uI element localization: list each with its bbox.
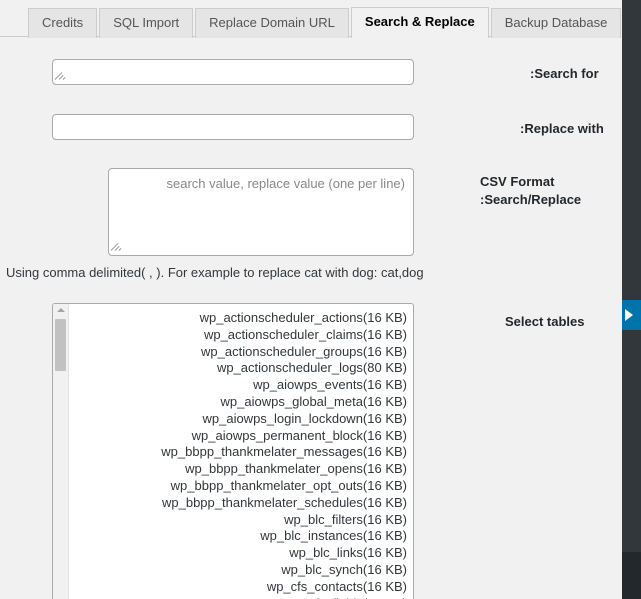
select-tables-listbox[interactable]: wp_actionscheduler_actions(16 KB) wp_acti… bbox=[52, 303, 414, 599]
app-screen: Credits SQL Import Replace Domain URL Se… bbox=[0, 0, 641, 599]
search-for-label: :Search for bbox=[530, 66, 599, 81]
table-option[interactable]: wp_bbpp_thankmelater_opt_outs(16 KB) bbox=[69, 478, 413, 495]
table-option[interactable]: wp_cfs_contacts(16 KB) bbox=[69, 579, 413, 596]
table-option[interactable]: wp_blc_synch(16 KB) bbox=[69, 562, 413, 579]
collapse-menu-button[interactable] bbox=[622, 300, 641, 330]
scroll-up-arrow-icon[interactable] bbox=[56, 308, 65, 312]
tab-search-and-replace[interactable]: Search & Replace bbox=[350, 7, 489, 39]
tab-backup-database-label: Backup Database bbox=[504, 15, 608, 30]
table-option[interactable]: wp_actionscheduler_actions(16 KB) bbox=[69, 310, 413, 327]
tab-bar: Credits SQL Import Replace Domain URL Se… bbox=[0, 0, 622, 43]
admin-menu-rail-upper bbox=[622, 0, 641, 552]
tab-replace-domain-url[interactable]: Replace Domain URL bbox=[195, 8, 349, 38]
table-option[interactable]: wp_aiowps_permanent_block(16 KB) bbox=[69, 428, 413, 445]
replace-with-input[interactable] bbox=[52, 114, 414, 140]
tab-backup-database[interactable]: Backup Database bbox=[490, 8, 622, 38]
table-option[interactable]: wp_bbpp_thankmelater_messages(16 KB) bbox=[69, 444, 413, 461]
tab-search-and-replace-label: Search & Replace bbox=[364, 14, 475, 29]
search-for-input[interactable] bbox=[52, 59, 414, 85]
table-option[interactable]: wp_actionscheduler_logs(80 KB) bbox=[69, 360, 413, 377]
table-option[interactable]: wp_blc_instances(16 KB) bbox=[69, 528, 413, 545]
chevron-right-icon bbox=[625, 309, 633, 321]
table-option[interactable]: wp_bbpp_thankmelater_opens(16 KB) bbox=[69, 461, 413, 478]
page-content: Credits SQL Import Replace Domain URL Se… bbox=[0, 0, 622, 599]
table-option[interactable]: wp_actionscheduler_claims(16 KB) bbox=[69, 327, 413, 344]
select-tables-options: wp_actionscheduler_actions(16 KB) wp_acti… bbox=[69, 304, 413, 599]
select-tables-scrollbar[interactable] bbox=[53, 304, 69, 599]
tab-credits-label: Credits bbox=[42, 15, 84, 30]
tab-sql-import-label: SQL Import bbox=[113, 15, 180, 30]
table-option[interactable]: wp_bbpp_thankmelater_schedules(16 KB) bbox=[69, 495, 413, 512]
csv-format-hint: Using comma delimited( , ). For example … bbox=[6, 265, 424, 280]
table-option[interactable]: wp_aiowps_login_lockdown(16 KB) bbox=[69, 411, 413, 428]
replace-with-label: :Replace with bbox=[520, 121, 604, 136]
table-option[interactable]: wp_actionscheduler_groups(16 KB) bbox=[69, 344, 413, 361]
tab-replace-domain-url-label: Replace Domain URL bbox=[209, 15, 335, 30]
tab-sql-import[interactable]: SQL Import bbox=[99, 8, 194, 38]
csv-format-textarea[interactable] bbox=[108, 168, 414, 256]
table-option[interactable]: wp_blc_filters(16 KB) bbox=[69, 512, 413, 529]
table-option[interactable]: wp_cfs_fields(16 KB) bbox=[69, 596, 413, 599]
csv-format-label: CSV Format :Search/Replace bbox=[480, 174, 582, 207]
admin-menu-rail bbox=[622, 0, 641, 599]
scrollbar-thumb[interactable] bbox=[55, 319, 66, 371]
table-option[interactable]: wp_aiowps_global_meta(16 KB) bbox=[69, 394, 413, 411]
tab-list: Credits SQL Import Replace Domain URL Se… bbox=[28, 7, 622, 39]
table-option[interactable]: wp_blc_links(16 KB) bbox=[69, 545, 413, 562]
select-tables-label: Select tables bbox=[505, 314, 585, 329]
tab-credits[interactable]: Credits bbox=[28, 8, 98, 38]
table-option[interactable]: wp_aiowps_events(16 KB) bbox=[69, 377, 413, 394]
